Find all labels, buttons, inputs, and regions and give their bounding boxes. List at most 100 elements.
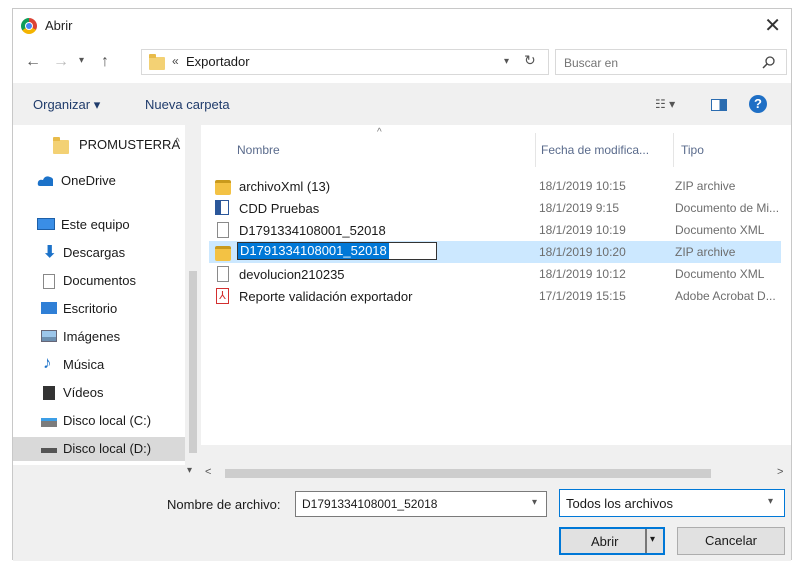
column-header-date[interactable]: Fecha de modifica...	[541, 143, 649, 157]
sidebar-item-documentos[interactable]: Documentos	[13, 269, 185, 293]
close-icon[interactable]: ✕	[764, 13, 781, 38]
column-header-name[interactable]: Nombre	[237, 143, 280, 157]
search-box[interactable]	[555, 49, 787, 75]
sidebar-item-musica[interactable]: ♪ Música	[13, 353, 185, 377]
zip-icon	[215, 246, 231, 261]
file-name: archivoXml (13)	[239, 179, 331, 194]
drive-icon	[41, 448, 57, 453]
sidebar-item-label: PROMUSTERRA	[79, 137, 181, 152]
help-icon[interactable]: ?	[749, 95, 767, 113]
sidebar-item-label: Descargas	[63, 245, 126, 260]
search-input[interactable]	[562, 53, 746, 73]
sidebar-item-label: Escritorio	[63, 301, 118, 316]
command-toolbar: Organizar ▾ Nueva carpeta ☷ ▾ ?	[13, 85, 791, 125]
file-name: D1791334108001_52018	[239, 223, 386, 238]
document-icon	[43, 274, 55, 289]
back-arrow-icon[interactable]: ←	[25, 53, 41, 71]
cancel-button[interactable]: Cancelar	[677, 527, 785, 555]
sidebar-scroll-down-icon[interactable]: ▾	[187, 465, 192, 476]
navigation-bar: ← → ▾ ↑ « Exportador ▾ ↻	[13, 43, 791, 83]
sidebar-item-label: Música	[63, 357, 105, 372]
file-name: D1791334108001_52018	[238, 243, 389, 259]
cloud-icon	[37, 176, 53, 186]
desktop-icon	[41, 302, 57, 314]
xml-icon	[217, 266, 229, 282]
folder-icon	[53, 137, 69, 154]
folder-icon	[149, 54, 165, 70]
sidebar-item-videos[interactable]: Vídeos	[13, 381, 185, 405]
sidebar-item-label: Este equipo	[61, 217, 130, 232]
sidebar-item-este-equipo[interactable]: Este equipo	[13, 213, 185, 237]
file-date: 18/1/2019 10:15	[539, 179, 626, 193]
up-arrow-icon[interactable]: ↑	[101, 53, 109, 71]
sidebar-item-disco-d[interactable]: Disco local (D:)	[13, 437, 185, 461]
file-date: 18/1/2019 10:12	[539, 267, 626, 281]
file-type: Documento XML	[675, 267, 765, 281]
new-folder-button[interactable]: Nueva carpeta	[145, 97, 230, 112]
rename-edit-box[interactable]: D1791334108001_52018	[237, 242, 437, 260]
file-type: ZIP archive	[675, 245, 736, 259]
file-type: Documento XML	[675, 223, 765, 237]
filename-combobox[interactable]: D1791334108001_52018 ▾	[295, 491, 547, 517]
column-separator[interactable]	[673, 133, 674, 167]
file-row-selected[interactable]: D1791334108001_52018 18/1/2019 10:20 ZIP…	[209, 241, 781, 263]
refresh-icon[interactable]: ↻	[524, 52, 536, 69]
music-icon: ♪	[43, 353, 52, 372]
address-dropdown-icon[interactable]: ▾	[504, 56, 509, 67]
sidebar-item-label: Disco local (D:)	[63, 441, 152, 456]
column-separator[interactable]	[535, 133, 536, 167]
recent-locations-chevron-icon[interactable]: ▾	[79, 55, 84, 66]
address-path[interactable]: Exportador	[186, 54, 250, 69]
file-type: Documento de Mi...	[675, 201, 780, 215]
view-options-icon[interactable]: ☷ ▾	[655, 97, 675, 111]
filter-dropdown-icon[interactable]: ▾	[768, 496, 773, 507]
sidebar-scrollbar-thumb[interactable]	[189, 271, 197, 453]
sidebar-item-disco-c[interactable]: Disco local (C:)	[13, 409, 185, 433]
file-row[interactable]: D1791334108001_52018 18/1/2019 10:19 Doc…	[209, 219, 781, 241]
sidebar-item-label: Vídeos	[63, 385, 104, 400]
file-row[interactable]: ⅄ Reporte validación exportador 17/1/201…	[209, 285, 781, 307]
scroll-left-icon[interactable]: <	[205, 466, 211, 478]
open-button[interactable]: Abrir ▾	[559, 527, 665, 555]
sidebar-item-escritorio[interactable]: Escritorio	[13, 297, 185, 321]
window-title: Abrir	[45, 18, 73, 33]
filter-selected-value: Todos los archivos	[566, 496, 673, 511]
scroll-right-icon[interactable]: >	[777, 466, 783, 478]
file-name: Reporte validación exportador	[239, 289, 413, 304]
sidebar-item-label: Disco local (C:)	[63, 413, 152, 428]
file-row[interactable]: devolucion210235 18/1/2019 10:12 Documen…	[209, 263, 781, 285]
organize-menu-button[interactable]: Organizar ▾	[33, 97, 100, 113]
sidebar-item-onedrive[interactable]: OneDrive	[13, 169, 185, 193]
file-name: CDD Pruebas	[239, 201, 320, 216]
sidebar-item-imagenes[interactable]: Imágenes	[13, 325, 185, 349]
address-prefix: «	[172, 54, 179, 68]
forward-arrow-icon[interactable]: →	[53, 53, 69, 71]
split-divider	[645, 529, 647, 553]
file-date: 18/1/2019 10:20	[539, 245, 626, 259]
pdf-icon: ⅄	[216, 288, 229, 304]
filename-dropdown-icon[interactable]: ▾	[532, 497, 537, 508]
search-icon[interactable]	[762, 55, 776, 69]
zip-icon	[215, 180, 231, 195]
address-bar[interactable]: « Exportador ▾ ↻	[141, 49, 549, 75]
navigation-pane: PROMUSTERRA ^ OneDrive Este equipo ⬇ Des…	[13, 125, 195, 465]
file-row[interactable]: CDD Pruebas 18/1/2019 9:15 Documento de …	[209, 197, 781, 219]
file-date: 18/1/2019 10:19	[539, 223, 626, 237]
sidebar-item-label: Imágenes	[63, 329, 121, 344]
file-row[interactable]: archivoXml (13) 18/1/2019 10:15 ZIP arch…	[209, 175, 781, 197]
file-name: devolucion210235	[239, 267, 345, 282]
sidebar-item-label: OneDrive	[61, 173, 116, 188]
open-options-chevron-icon[interactable]: ▾	[650, 534, 655, 545]
dialog-footer: Nombre de archivo: D1791334108001_52018 …	[13, 483, 791, 561]
sidebar-item-promusterra[interactable]: PROMUSTERRA ^	[13, 133, 185, 157]
title-bar: Abrir ✕	[13, 9, 791, 43]
collapse-chevron-icon[interactable]: ^	[175, 137, 180, 148]
filename-input[interactable]: D1791334108001_52018	[302, 497, 437, 511]
sidebar-item-descargas[interactable]: ⬇ Descargas	[13, 241, 185, 265]
open-file-dialog: Abrir ✕ ← → ▾ ↑ « Exportador ▾ ↻ Organiz…	[12, 8, 792, 561]
column-header-type[interactable]: Tipo	[681, 143, 704, 157]
horizontal-scrollbar-thumb[interactable]	[225, 469, 711, 478]
computer-icon	[37, 218, 55, 230]
preview-pane-icon[interactable]	[711, 99, 727, 111]
file-type-filter[interactable]: Todos los archivos ▾	[559, 489, 785, 517]
